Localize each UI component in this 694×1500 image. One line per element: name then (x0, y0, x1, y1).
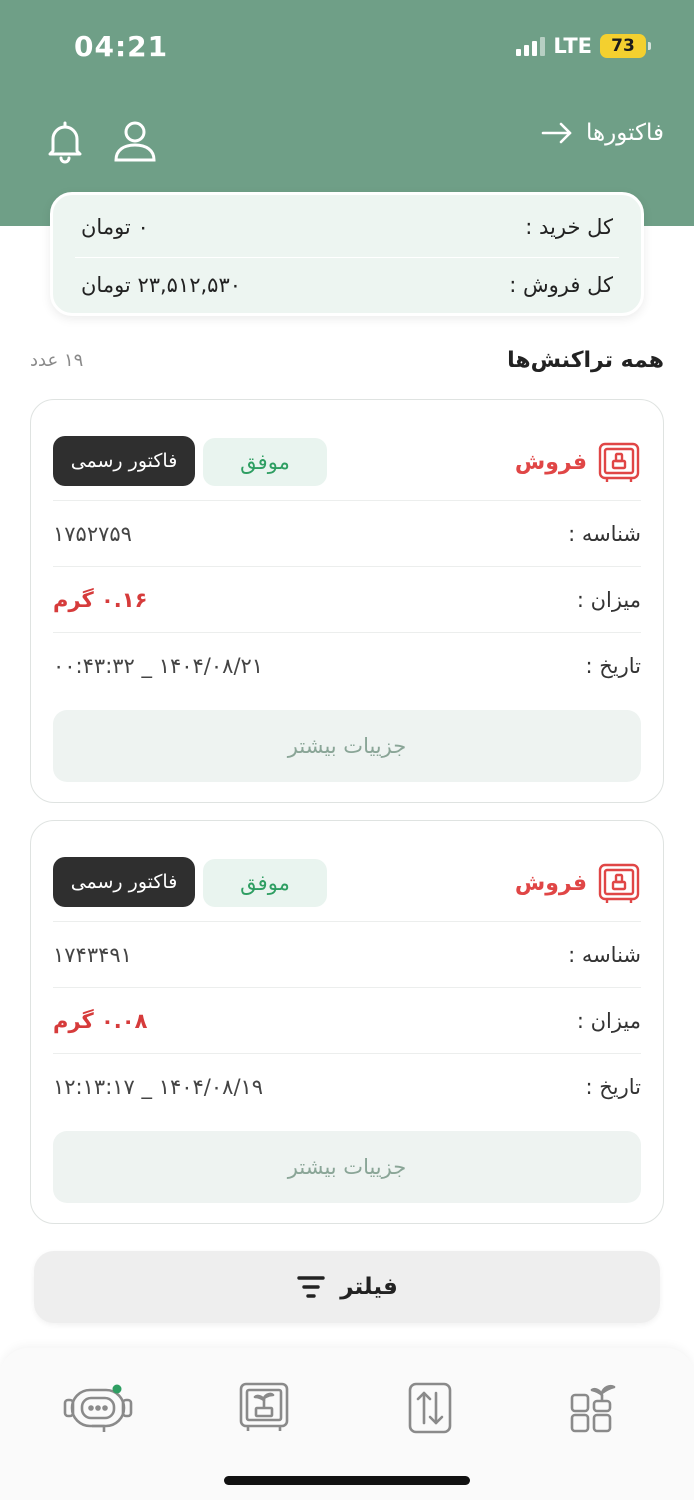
filter-button[interactable]: فیلتر (34, 1251, 660, 1323)
official-invoice-button[interactable]: فاکتور رسمی (53, 857, 195, 907)
status-bar: 04:21 LTE 73 (0, 0, 694, 90)
dashboard-icon[interactable] (558, 1378, 630, 1438)
bottom-navigation (0, 1348, 694, 1500)
sales-total-label: کل فروش : (509, 273, 613, 297)
status-badge: موفق (203, 859, 327, 907)
transaction-type-label: فروش (514, 870, 587, 896)
transaction-id-row: ۱۷۵۲۷۵۹ شناسه : (53, 500, 641, 566)
user-icon[interactable] (112, 118, 158, 164)
transactions-header: همه تراکنش‌ها ۱۹ عدد (30, 348, 664, 380)
more-details-button[interactable]: جزییات بیشتر (53, 1131, 641, 1203)
transaction-date-row: ۱۴۰۴/۰۸/۱۹ _ ۱۲:۱۳:۱۷ تاریخ : (53, 1053, 641, 1119)
more-details-button[interactable]: جزییات بیشتر (53, 710, 641, 782)
summary-card: ۰ تومان کل خرید : ۲۳,۵۱۲,۵۳۰ تومان کل فر… (50, 192, 644, 316)
home-indicator (224, 1476, 470, 1485)
transaction-date-label: تاریخ : (585, 1074, 641, 1099)
transaction-type-label: فروش (514, 449, 587, 475)
safe-gold-icon (598, 863, 640, 903)
status-indicators: LTE 73 (516, 34, 651, 58)
status-time: 04:21 (74, 30, 169, 63)
arrow-right-icon (541, 122, 572, 144)
transaction-date-row: ۱۴۰۴/۰۸/۲۱ _ ۰۰:۴۳:۳۲ تاریخ : (53, 632, 641, 698)
battery-icon: 73 (600, 34, 651, 58)
summary-divider (75, 257, 619, 258)
sales-total-row: ۲۳,۵۱۲,۵۳۰ تومان کل فروش : (81, 263, 613, 307)
bell-icon[interactable] (42, 118, 88, 164)
transfer-icon[interactable] (394, 1378, 466, 1438)
purchase-total-value: ۰ تومان (81, 215, 149, 239)
transaction-id-value: ۱۷۵۲۷۵۹ (53, 521, 132, 546)
transaction-amount-row: ۰.۰۸ گرم میزان : (53, 987, 641, 1053)
signal-icon (516, 36, 546, 56)
transaction-type: فروش (515, 861, 641, 905)
purchase-total-row: ۰ تومان کل خرید : (81, 205, 613, 249)
transaction-card: فروش موفق فاکتور رسمی ۱۷۵۲۷۵۹ شناسه : ۰.… (30, 399, 664, 803)
transaction-id-label: شناسه : (568, 942, 641, 967)
transactions-count: ۱۹ عدد (30, 350, 84, 371)
network-type: LTE (553, 34, 592, 58)
transaction-date-value: ۱۴۰۴/۰۸/۱۹ _ ۱۲:۱۳:۱۷ (53, 1074, 264, 1099)
page-title: فاکتورها (585, 120, 664, 146)
top-bar: فاکتورها (0, 110, 694, 170)
transaction-date-label: تاریخ : (585, 653, 641, 678)
purchase-total-label: کل خرید : (525, 215, 613, 239)
official-invoice-button[interactable]: فاکتور رسمی (53, 436, 195, 486)
transaction-amount-label: میزان : (576, 1008, 641, 1033)
transaction-amount-row: ۰.۱۶ گرم میزان : (53, 566, 641, 632)
back-link[interactable]: فاکتورها (540, 120, 664, 146)
sales-total-value: ۲۳,۵۱۲,۵۳۰ تومان (81, 273, 242, 297)
battery-level: 73 (611, 36, 635, 56)
safe-gold-icon (598, 442, 640, 482)
transaction-id-value: ۱۷۴۳۴۹۱ (53, 942, 132, 967)
filter-icon (297, 1276, 325, 1298)
transaction-amount-label: میزان : (576, 587, 641, 612)
safe-box-icon[interactable] (228, 1378, 300, 1438)
filter-label: فیلتر (340, 1274, 398, 1300)
transaction-id-row: ۱۷۴۳۴۹۱ شناسه : (53, 921, 641, 987)
transaction-type: فروش (515, 440, 641, 484)
transaction-date-value: ۱۴۰۴/۰۸/۲۱ _ ۰۰:۴۳:۳۲ (53, 653, 264, 678)
status-badge: موفق (203, 438, 327, 486)
support-chat-icon[interactable] (62, 1378, 134, 1438)
transaction-card: فروش موفق فاکتور رسمی ۱۷۴۳۴۹۱ شناسه : ۰.… (30, 820, 664, 1224)
transaction-amount-value: ۰.۱۶ گرم (53, 587, 148, 612)
transaction-id-label: شناسه : (568, 521, 641, 546)
transactions-title: همه تراکنش‌ها (507, 348, 664, 373)
transaction-amount-value: ۰.۰۸ گرم (53, 1008, 148, 1033)
